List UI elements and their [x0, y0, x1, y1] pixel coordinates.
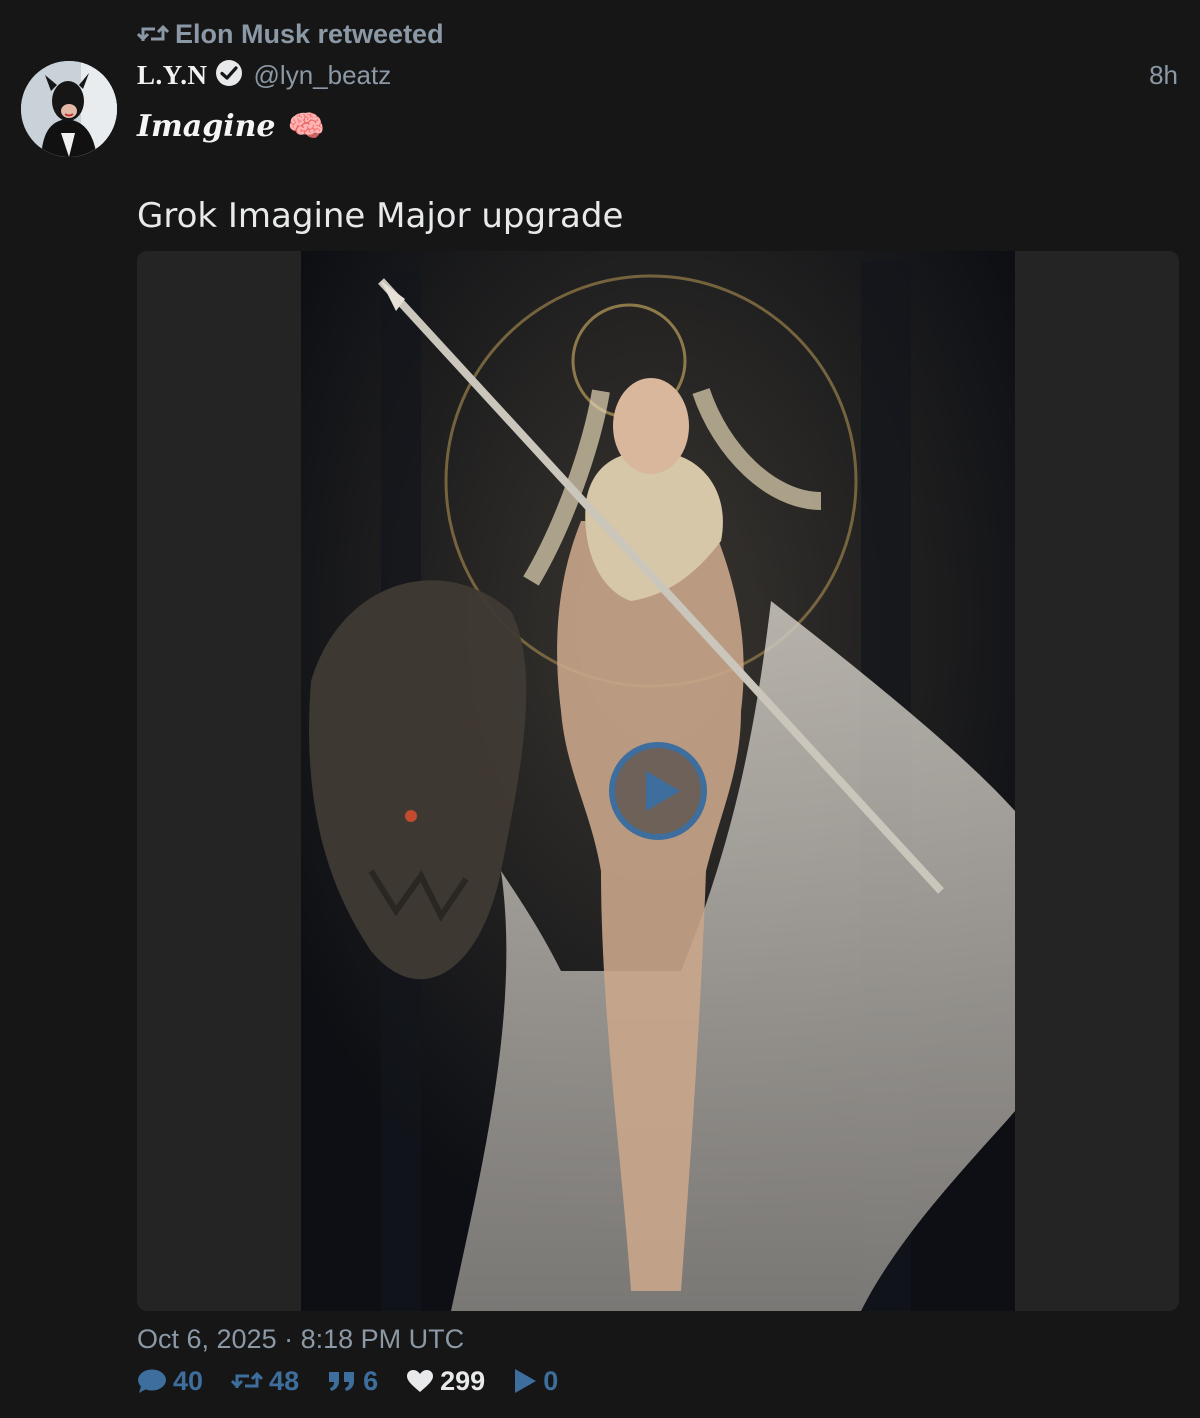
retweet-icon	[231, 1370, 264, 1392]
retweet-label: Elon Musk retweeted	[175, 18, 444, 49]
quote-stat[interactable]: 6	[327, 1366, 378, 1397]
tweet-timestamp[interactable]: Oct 6, 2025 · 8:18 PM UTC	[137, 1324, 464, 1355]
views-count: 0	[543, 1365, 559, 1396]
comment-icon	[137, 1368, 167, 1394]
like-count: 299	[440, 1365, 486, 1396]
retweet-stat[interactable]: 48	[231, 1366, 299, 1397]
reply-count: 40	[173, 1365, 204, 1396]
avatar[interactable]	[21, 61, 117, 157]
quote-icon	[327, 1369, 357, 1393]
display-name[interactable]: L.Y.N	[137, 60, 208, 91]
retweet-count: 48	[269, 1365, 300, 1396]
tweet-title-line: Imagine 🧠	[137, 104, 325, 148]
brain-emoji: 🧠	[287, 109, 325, 143]
video-media[interactable]	[137, 251, 1179, 1311]
tweet-time[interactable]: 8h	[1149, 60, 1178, 91]
heart-icon	[406, 1369, 434, 1393]
play-icon	[513, 1368, 537, 1394]
tweet-stats: 40 48 6 299 0	[137, 1362, 586, 1400]
retweet-indicator[interactable]: Elon Musk retweeted	[137, 16, 444, 52]
user-handle[interactable]: @lyn_beatz	[254, 60, 392, 91]
tweet-header: L.Y.N @lyn_beatz 8h	[137, 56, 1178, 94]
views-stat[interactable]: 0	[513, 1366, 558, 1397]
imagine-word: Imagine	[137, 108, 276, 144]
quote-count: 6	[363, 1365, 379, 1396]
tweet-text: Grok Imagine Major upgrade	[137, 196, 624, 236]
reply-stat[interactable]: 40	[137, 1366, 203, 1397]
like-stat[interactable]: 299	[406, 1366, 485, 1397]
play-button[interactable]	[608, 741, 708, 841]
retweet-icon	[137, 23, 169, 45]
verified-check-icon	[214, 58, 244, 93]
